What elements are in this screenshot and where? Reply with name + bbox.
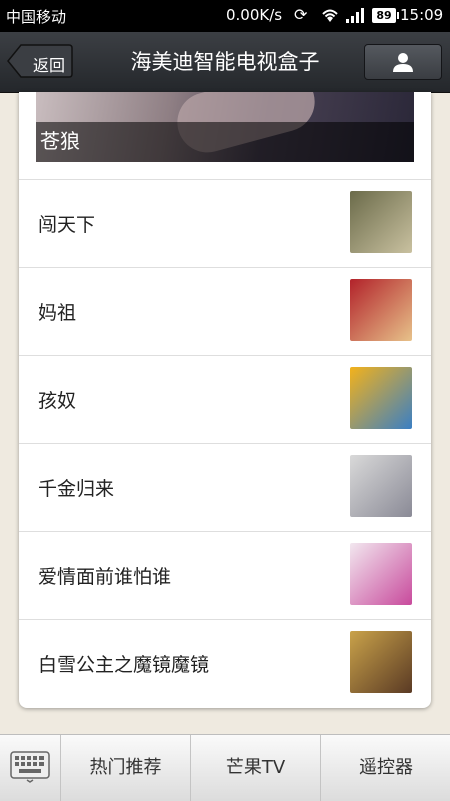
list-item[interactable]: 爱情面前谁怕谁 xyxy=(19,531,431,619)
title-bar: 返回 海美迪智能电视盒子 xyxy=(0,32,450,93)
bottom-tab-bar: 热门推荐 芒果TV 遥控器 xyxy=(0,734,450,801)
content-card: 苍狼 闯天下 妈祖 孩奴 千金归来 爱情面前谁怕谁 白雪公主之魔镜魔镜 xyxy=(19,92,431,708)
user-icon xyxy=(393,53,413,72)
page-title: 海美迪智能电视盒子 xyxy=(130,50,320,74)
featured-banner[interactable]: 苍狼 xyxy=(36,92,414,162)
list-item[interactable]: 千金归来 xyxy=(19,443,431,531)
profile-button[interactable] xyxy=(364,44,442,80)
list-item-title: 闯天下 xyxy=(38,214,96,236)
list-item-title: 爱情面前谁怕谁 xyxy=(38,566,172,588)
banner-title: 苍狼 xyxy=(40,129,80,153)
list-item[interactable]: 闯天下 xyxy=(19,179,431,267)
list-item-title: 孩奴 xyxy=(38,390,77,412)
keyboard-toggle-button[interactable] xyxy=(0,735,60,801)
list-item[interactable]: 孩奴 xyxy=(19,355,431,443)
list-item-title: 白雪公主之魔镜魔镜 xyxy=(38,654,210,676)
list-item-thumbnail xyxy=(350,543,412,605)
back-button[interactable]: 返回 xyxy=(7,44,73,78)
list-item[interactable]: 妈祖 xyxy=(19,267,431,355)
clock: 15:09 xyxy=(400,6,444,24)
list-item-thumbnail xyxy=(350,191,412,253)
program-list: 闯天下 妈祖 孩奴 千金归来 爱情面前谁怕谁 白雪公主之魔镜魔镜 xyxy=(19,179,431,707)
list-item-title: 千金归来 xyxy=(38,478,115,500)
status-bar: 中国移动 0.00K/s ⟳ 89 15:09 xyxy=(0,0,450,32)
carrier-name: 中国移动 xyxy=(6,8,67,26)
list-item-thumbnail xyxy=(350,367,412,429)
banner-caption-bg xyxy=(36,122,414,162)
tab-hot-recommend[interactable]: 热门推荐 xyxy=(60,735,190,801)
list-item-title: 妈祖 xyxy=(38,302,77,324)
battery-indicator: 89 xyxy=(372,8,399,23)
back-button-label: 返回 xyxy=(33,56,66,75)
keyboard-icon xyxy=(10,751,50,783)
network-speed: 0.00K/s xyxy=(226,6,283,24)
list-item-thumbnail xyxy=(350,279,412,341)
tab-mango-tv[interactable]: 芒果TV xyxy=(190,735,320,801)
wifi-icon xyxy=(320,7,340,27)
sync-icon: ⟳ xyxy=(294,5,308,24)
list-item-thumbnail xyxy=(350,631,412,693)
tab-remote-control[interactable]: 遥控器 xyxy=(320,735,450,801)
signal-icon xyxy=(346,8,366,27)
list-item[interactable]: 白雪公主之魔镜魔镜 xyxy=(19,619,431,707)
list-item-thumbnail xyxy=(350,455,412,517)
